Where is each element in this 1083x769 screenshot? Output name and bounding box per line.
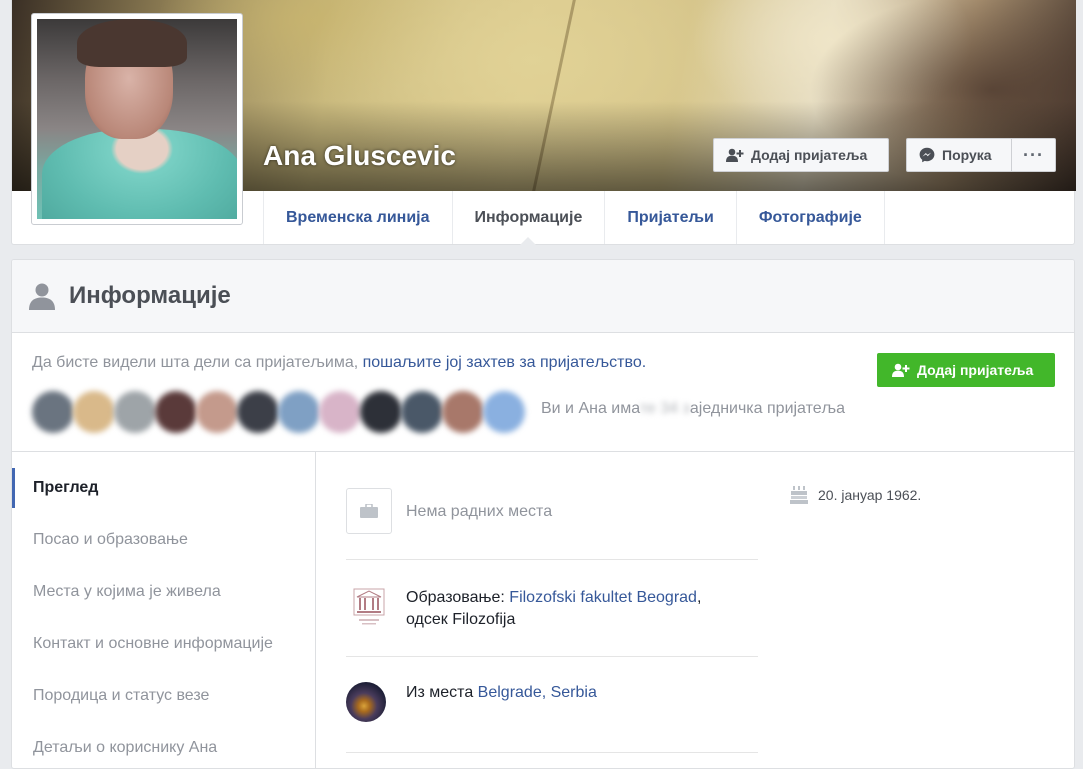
mutual-friend-avatar[interactable] bbox=[401, 391, 443, 433]
tab-friends[interactable]: Пријатељи bbox=[605, 191, 737, 244]
work-text: Нема радних места bbox=[406, 503, 553, 520]
sidenav-item-work-education[interactable]: Посао и образовање bbox=[12, 520, 315, 560]
hometown-row: Из места Belgrade, Serbia bbox=[346, 657, 758, 753]
education-text: Образовање: Filozofski fakultet Beograd,… bbox=[406, 589, 702, 628]
sidenav-item-details[interactable]: Детаљи о кориснику Ана bbox=[12, 728, 315, 768]
city-photo[interactable] bbox=[346, 682, 386, 722]
friend-prompt: Да бисте видели шта дели са пријатељима,… bbox=[32, 354, 646, 372]
add-friend-label: Додај пријатеља bbox=[751, 147, 868, 163]
message-button[interactable]: Порука bbox=[906, 138, 1012, 172]
about-title: Информације bbox=[69, 282, 231, 309]
mutual-friend-avatar[interactable] bbox=[360, 391, 402, 433]
tab-about[interactable]: Информације bbox=[453, 191, 606, 245]
about-sidenav: Преглед Посао и образовање Места у којим… bbox=[12, 452, 316, 768]
message-label: Порука bbox=[942, 147, 992, 163]
profile-name[interactable]: Ana Gluscevic bbox=[263, 140, 456, 172]
mutual-friends-avatars bbox=[32, 391, 525, 433]
mutual-friend-avatar[interactable] bbox=[483, 391, 525, 433]
mutual-friend-avatar[interactable] bbox=[319, 391, 361, 433]
mutual-friend-avatar[interactable] bbox=[196, 391, 238, 433]
tab-timeline[interactable]: Временска линија bbox=[264, 191, 453, 244]
birthday-text: 20. јануар 1962. bbox=[818, 487, 922, 503]
mutual-friend-avatar[interactable] bbox=[155, 391, 197, 433]
profile-picture[interactable] bbox=[31, 13, 243, 225]
avatar bbox=[37, 19, 237, 219]
briefcase-icon bbox=[346, 488, 392, 534]
add-friend-green-label: Додај пријатеља bbox=[917, 362, 1034, 378]
mutual-friend-avatar[interactable] bbox=[237, 391, 279, 433]
more-options-button[interactable]: ··· bbox=[1011, 138, 1056, 172]
cake-icon bbox=[790, 486, 808, 504]
mutual-friend-avatar[interactable] bbox=[278, 391, 320, 433]
education-link[interactable]: Filozofski fakultet Beograd bbox=[509, 589, 697, 606]
add-friend-button[interactable]: Додај пријатеља bbox=[713, 138, 889, 172]
sidenav-item-family[interactable]: Породица и статус везе bbox=[12, 676, 315, 716]
work-row: Нема радних места bbox=[346, 488, 758, 560]
college-logo-icon[interactable] bbox=[346, 584, 392, 630]
mutual-friend-avatar[interactable] bbox=[114, 391, 156, 433]
profile-header: Ana Gluscevic Додај пријатеља Порука ···… bbox=[11, 0, 1076, 245]
sidenav-item-contact[interactable]: Контакт и основне информације bbox=[12, 624, 315, 664]
education-row: Образовање: Filozofski fakultet Beograd,… bbox=[346, 560, 758, 657]
birthday: 20. јануар 1962. bbox=[790, 486, 921, 504]
more-dots-icon: ··· bbox=[1023, 144, 1044, 165]
mutual-friend-avatar[interactable] bbox=[442, 391, 484, 433]
hometown-link[interactable]: Belgrade, Serbia bbox=[478, 684, 597, 701]
about-header: Информације bbox=[12, 260, 1074, 333]
mutual-friends-text[interactable]: Ви и Ана имате 34 заједничка пријатеља bbox=[541, 400, 845, 418]
mutual-friend-avatar[interactable] bbox=[32, 391, 74, 433]
hometown-text: Из места Belgrade, Serbia bbox=[406, 684, 597, 701]
mutual-friend-avatar[interactable] bbox=[73, 391, 115, 433]
messenger-icon bbox=[919, 147, 935, 163]
sidenav-item-overview[interactable]: Преглед bbox=[12, 468, 315, 508]
person-plus-icon bbox=[726, 148, 744, 162]
person-plus-icon bbox=[892, 363, 910, 377]
about-body: Преглед Посао и образовање Места у којим… bbox=[12, 452, 1074, 768]
education-dept: одсек Filozofija bbox=[406, 611, 516, 628]
friend-request-box: Да бисте видели шта дели са пријатељима,… bbox=[12, 333, 1074, 452]
add-friend-green-button[interactable]: Додај пријатеља bbox=[877, 353, 1055, 387]
sidenav-item-places[interactable]: Места у којима је живела bbox=[12, 572, 315, 612]
profile-tabs: Временска линија Информације Пријатељи Ф… bbox=[263, 191, 885, 245]
friend-prompt-text: Да бисте видели шта дели са пријатељима, bbox=[32, 354, 363, 371]
about-section: Информације Да бисте видели шта дели са … bbox=[11, 259, 1075, 769]
person-icon bbox=[29, 282, 55, 310]
send-request-link[interactable]: пошаљите јој захтев за пријатељство. bbox=[363, 354, 647, 371]
tab-photos[interactable]: Фотографије bbox=[737, 191, 885, 244]
